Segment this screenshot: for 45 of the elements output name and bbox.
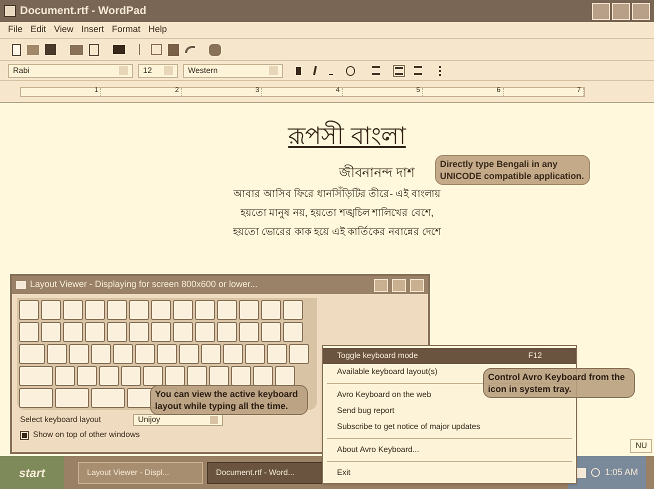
align-center-icon[interactable] xyxy=(393,64,405,76)
menu-item[interactable]: Send bug report xyxy=(323,403,576,419)
minimize-button[interactable] xyxy=(374,278,388,292)
clock: 1:05 AM xyxy=(604,466,638,479)
italic-icon[interactable] xyxy=(313,66,317,76)
poem-title: রূপসী বাংলা xyxy=(288,121,406,153)
minimize-button[interactable] xyxy=(592,2,610,20)
menu-item[interactable]: File xyxy=(8,23,23,37)
checkbox-label: Show on top of other windows xyxy=(33,429,140,441)
poem-line: হয়তো মানুষ নয়, হয়তো শঙ্খচিল শালিখের বেশে, xyxy=(240,206,434,220)
script-dropdown[interactable]: Western xyxy=(183,64,283,78)
align-left-icon[interactable] xyxy=(372,66,380,75)
caret-icon xyxy=(210,416,218,424)
menu-item[interactable]: Help xyxy=(148,23,167,37)
menu-item[interactable]: Subscribe to get notice of major updates xyxy=(323,419,576,435)
maximize-button[interactable] xyxy=(392,278,406,292)
font-dropdown[interactable]: Rabi xyxy=(8,64,133,78)
align-right-icon[interactable] xyxy=(414,66,422,75)
caret-icon xyxy=(119,66,128,75)
poem-line: আবার আসিব ফিরে ধানসিঁড়িটির তীরে- এই বাংলায় xyxy=(233,186,440,202)
status-indicator: NU xyxy=(630,439,652,453)
close-button[interactable] xyxy=(410,278,424,292)
callout-tooltip: Directly type Bengali in any UNICODE compatible application. xyxy=(435,155,590,185)
preview-icon[interactable] xyxy=(89,44,99,56)
menu-item[interactable]: Insert xyxy=(81,23,104,37)
new-icon[interactable] xyxy=(12,44,21,56)
callout-tooltip: You can view the active keyboard layout while typing all the time. xyxy=(150,385,308,415)
window-title: Layout Viewer - Displaying for screen 800x600 or lower... xyxy=(30,278,258,292)
menu-item[interactable]: Edit xyxy=(30,23,46,37)
checkbox[interactable] xyxy=(20,430,29,440)
window-title: Document.rtf - WordPad xyxy=(20,4,146,19)
poem-line: হয়তো ভোরের কাক হয়ে এই কার্তিকের নবান্নের দেশে xyxy=(232,224,442,240)
close-button[interactable] xyxy=(632,2,650,20)
layout-label: Select keyboard layout xyxy=(20,414,101,426)
menu-item[interactable]: About Avro Keyboard... xyxy=(323,442,576,458)
menu-item[interactable]: View xyxy=(54,23,74,37)
size-dropdown[interactable]: 12 xyxy=(138,64,178,78)
layout-dropdown[interactable]: Unijoy xyxy=(132,414,223,426)
caret-icon xyxy=(269,66,278,75)
caret-icon xyxy=(164,66,173,75)
menu-item[interactable]: Format xyxy=(112,23,140,37)
menu-item[interactable]: Toggle keyboard mode F12 xyxy=(323,348,576,364)
poet-name: জীবনানন্দ দাশ xyxy=(339,164,415,182)
callout-tooltip: Control Avro Keyboard from the icon in system tray. xyxy=(483,368,635,398)
maximize-button[interactable] xyxy=(612,2,630,20)
